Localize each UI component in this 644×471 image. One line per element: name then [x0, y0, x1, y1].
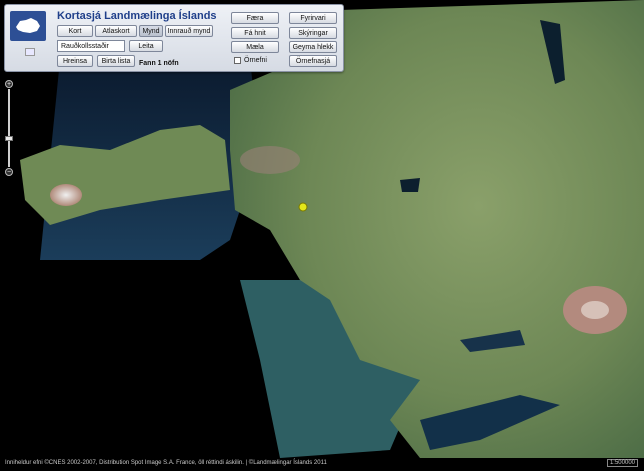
- save-link-button[interactable]: Geyma hlekk: [289, 41, 337, 53]
- show-list-button[interactable]: Birta lista: [97, 55, 135, 67]
- tab-kort[interactable]: Kort: [57, 25, 93, 37]
- place-name-viewer-button[interactable]: Örnefnasjá: [289, 55, 337, 67]
- get-coordinates-button[interactable]: Fá hnit: [231, 27, 279, 39]
- place-names-checkbox[interactable]: [234, 57, 241, 64]
- measure-button[interactable]: Mæla: [231, 41, 279, 53]
- copyright-text: Inniheldur efni ©CNES 2002-2007, Distrib…: [5, 460, 327, 466]
- zoom-in-icon[interactable]: +: [5, 80, 13, 88]
- move-button[interactable]: Færa: [231, 12, 279, 24]
- search-input[interactable]: Rauðkollsstaðir: [57, 40, 125, 52]
- search-result-count: Fann 1 nöfn: [139, 60, 179, 67]
- zoom-handle[interactable]: [5, 136, 13, 141]
- legend-button[interactable]: Skýringar: [289, 27, 337, 39]
- highland: [240, 146, 300, 174]
- place-names-label: Örnefni: [244, 57, 267, 64]
- control-panel: Kortasjá Landmælinga Íslands Kort Atlask…: [4, 4, 344, 72]
- scale-indicator: 1:500000: [606, 459, 638, 467]
- zoom-track[interactable]: [8, 89, 10, 167]
- location-marker-icon[interactable]: [298, 202, 308, 212]
- glacier: [50, 184, 82, 206]
- iceland-logo-icon: [10, 11, 46, 41]
- zoom-out-icon[interactable]: −: [5, 168, 13, 176]
- tab-mynd[interactable]: Mynd: [139, 25, 163, 37]
- app-title: Kortasjá Landmælinga Íslands: [57, 10, 217, 22]
- lake: [400, 178, 420, 192]
- disclaimer-button[interactable]: Fyrirvari: [289, 12, 337, 24]
- search-button[interactable]: Leita: [129, 40, 163, 52]
- uk-flag-icon[interactable]: [25, 48, 35, 56]
- mountain-peak: [581, 301, 609, 319]
- tab-innraud-mynd[interactable]: Innrauð mynd: [165, 25, 213, 37]
- clear-button[interactable]: Hreinsa: [57, 55, 93, 67]
- footer-bar: Inniheldur efni ©CNES 2002-2007, Distrib…: [0, 458, 644, 471]
- zoom-slider[interactable]: + −: [5, 80, 15, 176]
- tab-atlaskort[interactable]: Atlaskort: [95, 25, 137, 37]
